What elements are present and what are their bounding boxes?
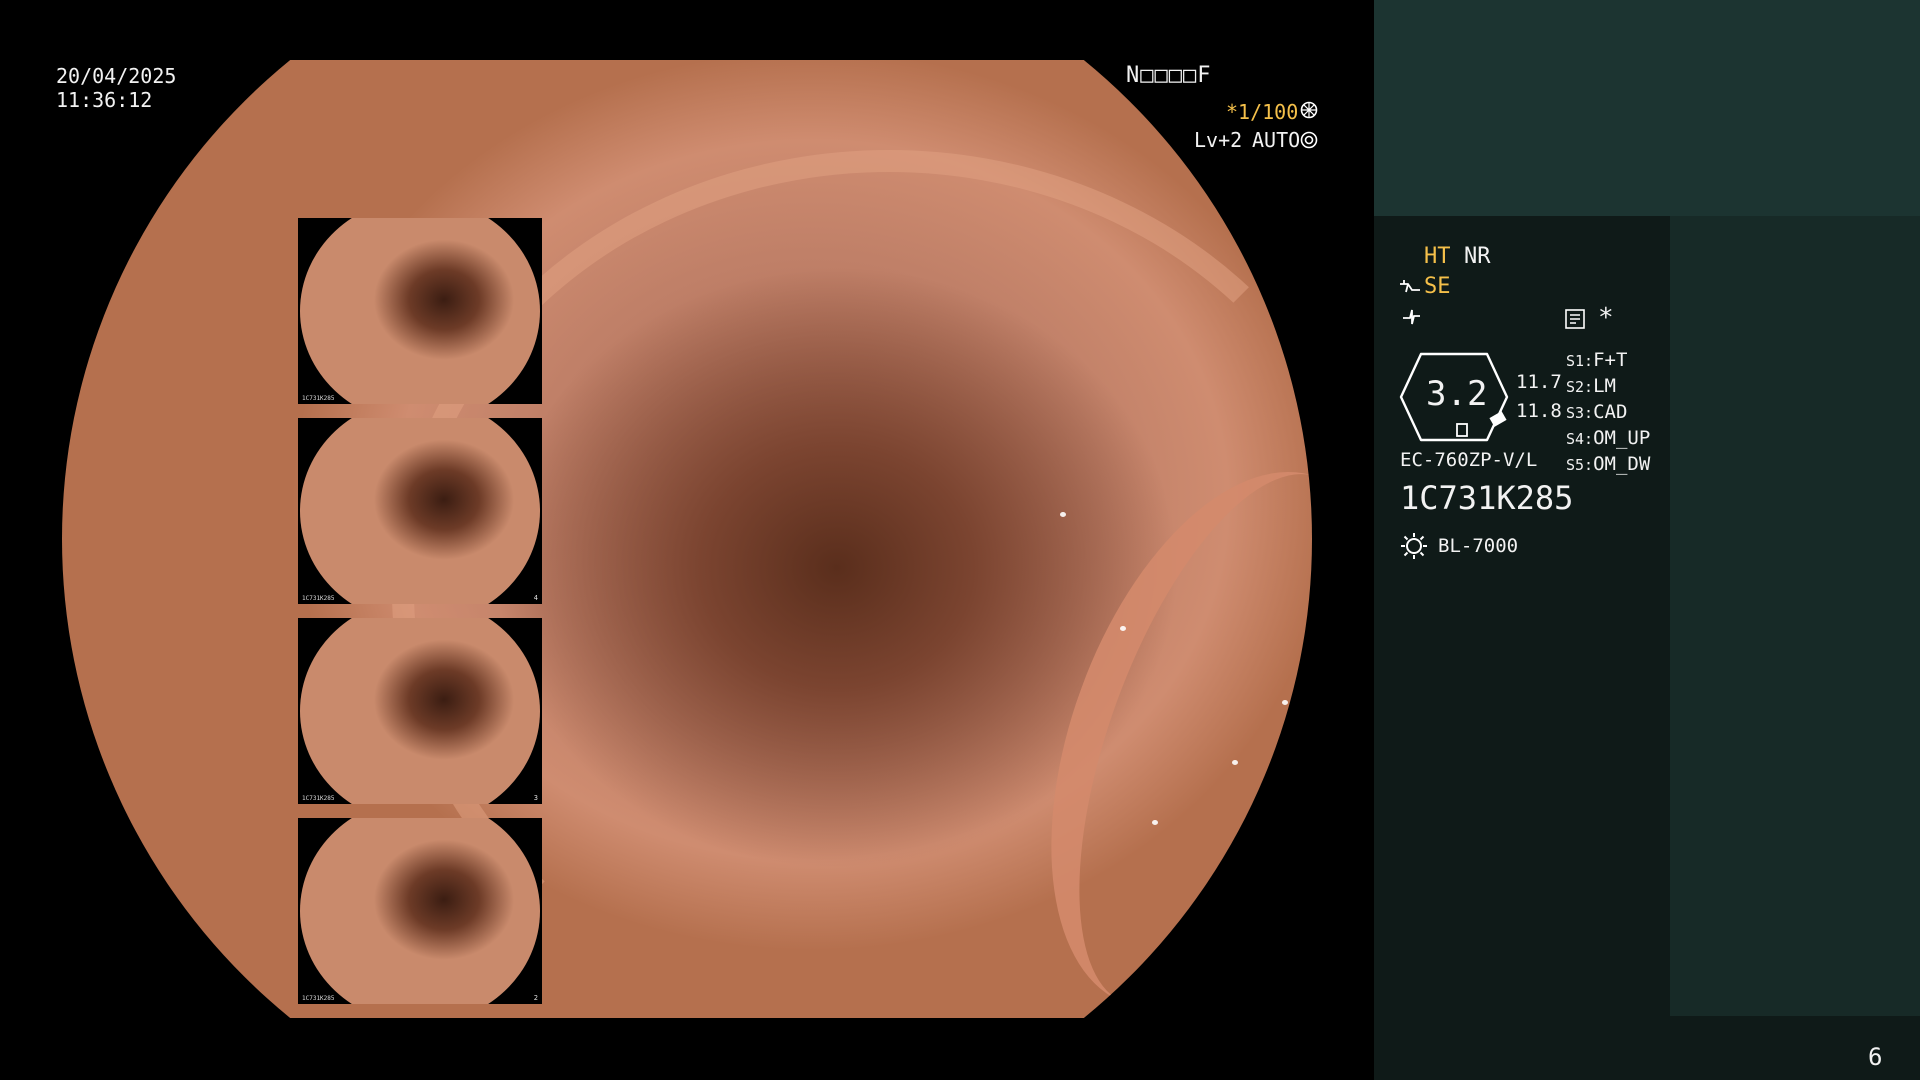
- light-reflection: [1120, 626, 1126, 631]
- time-label: 11:36:12: [56, 88, 153, 112]
- light-reflection: [1060, 512, 1066, 517]
- thumbnail-serial: 1C731K285: [302, 595, 335, 602]
- value-a: 11.7: [1516, 371, 1562, 393]
- thumbnail-serial: 1C731K285: [302, 995, 335, 1002]
- signal-icon: [1400, 306, 1422, 333]
- thumbnail-4[interactable]: 1C731K285 2: [298, 818, 542, 1004]
- panel-header-band: [1374, 0, 1920, 216]
- thumbnail-image: [300, 818, 540, 1004]
- nr-label: NR: [1464, 244, 1491, 269]
- light-reflection: [1152, 820, 1158, 825]
- aperture-icon: [1300, 100, 1318, 124]
- iris-mode-label: AUTO: [1252, 128, 1301, 152]
- scope-serial: 1C731K285: [1400, 479, 1574, 517]
- lamp-icon: [1400, 532, 1428, 565]
- switch-settings-list: S1:F+T S2:LM S3:CAD S4:OM_UP S5:OM_DW: [1566, 348, 1650, 478]
- thumbnail-2[interactable]: 1C731K285 4: [298, 418, 542, 604]
- light-reflection: [1232, 760, 1238, 765]
- switch-row: S1:F+T: [1566, 349, 1628, 371]
- thumbnail-serial: 1C731K285: [302, 395, 335, 402]
- scope-model: EC-760ZP-V/L: [1400, 449, 1538, 471]
- level-label: Lv+2: [1194, 128, 1243, 152]
- endoscope-live-image: [62, 60, 1312, 1055]
- light-source: BL-7000: [1438, 535, 1519, 557]
- value-b: 11.8: [1516, 400, 1562, 422]
- status-code: N□□□□F: [1126, 63, 1212, 88]
- thumbnail-number: 2: [533, 994, 538, 1002]
- thumbnail-serial: 1C731K285: [302, 795, 335, 802]
- shutter-speed: *1/100: [1226, 100, 1299, 124]
- auto-iris-icon: [1300, 130, 1318, 154]
- memo-icon: [1564, 308, 1586, 335]
- ht-label: HT: [1424, 244, 1451, 269]
- light-reflection: [1282, 700, 1288, 705]
- thumbnail-image: [300, 418, 540, 604]
- thumbnail-image: [300, 618, 540, 804]
- thumbnail-3[interactable]: 1C731K285 3: [298, 618, 542, 804]
- thumbnail-number: 4: [533, 594, 538, 602]
- page-number: 6: [1868, 1043, 1883, 1071]
- switch-row: S3:CAD: [1566, 401, 1628, 423]
- se-label: SE: [1424, 274, 1451, 299]
- scope-tool-icon: [1398, 278, 1422, 303]
- thumbnail-column: [1670, 216, 1920, 1016]
- asterisk-label: *: [1598, 303, 1614, 333]
- switch-row: S4:OM_UP: [1566, 427, 1651, 449]
- thumbnail-number: 3: [533, 794, 538, 802]
- switch-row: S5:OM_DW: [1566, 453, 1651, 475]
- thumbnail-image: [300, 218, 540, 404]
- thumbnail-1[interactable]: 1C731K285: [298, 218, 542, 404]
- switch-row: S2:LM: [1566, 375, 1616, 397]
- date-label: 20/04/2025: [56, 64, 177, 88]
- zoom-value: 3.2: [1426, 374, 1488, 414]
